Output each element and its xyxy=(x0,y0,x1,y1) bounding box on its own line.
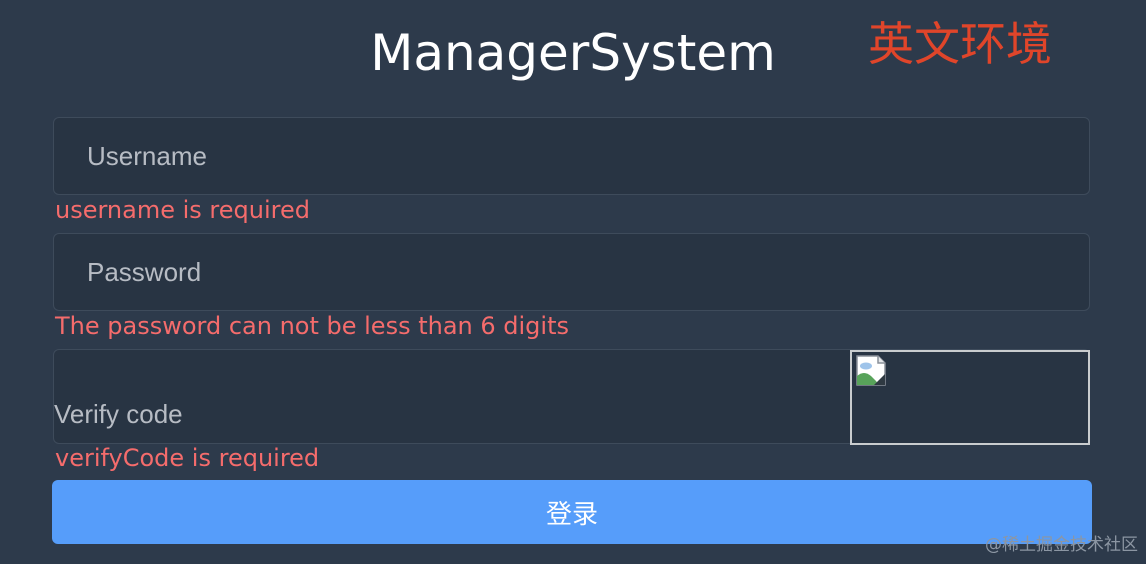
password-input[interactable] xyxy=(54,234,1089,310)
password-error: The password can not be less than 6 digi… xyxy=(55,312,569,340)
password-field xyxy=(53,233,1090,311)
username-error: username is required xyxy=(55,196,310,224)
language-annotation: 英文环境 xyxy=(868,17,1052,71)
captcha-image[interactable] xyxy=(850,350,1090,445)
broken-image-icon xyxy=(856,355,886,386)
username-field xyxy=(53,117,1090,195)
login-button[interactable]: 登录 xyxy=(52,480,1092,544)
verify-code-error: verifyCode is required xyxy=(55,444,320,472)
watermark: @稀土掘金技术社区 xyxy=(985,535,1138,555)
username-input[interactable] xyxy=(54,118,1089,194)
verify-code-input[interactable] xyxy=(54,394,844,434)
